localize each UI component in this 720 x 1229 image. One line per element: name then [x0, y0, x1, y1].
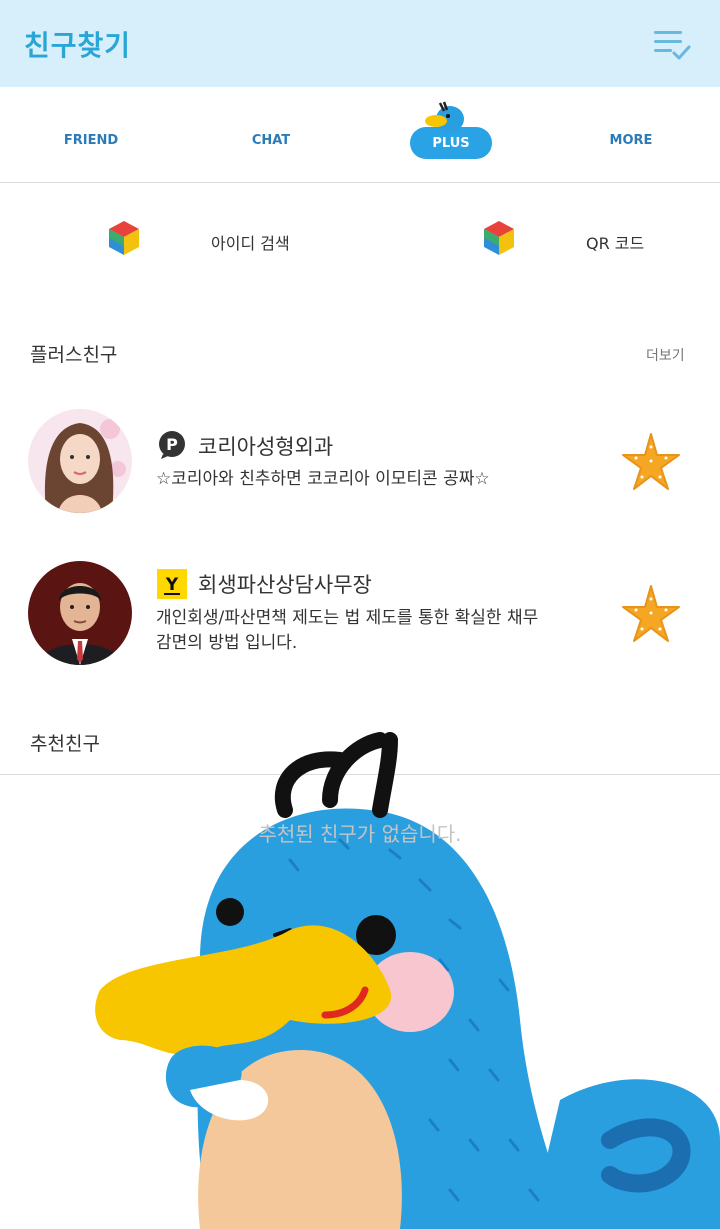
list-item[interactable]: P 코리아성형외과 ☆코리아와 친추하면 코코리아 이모티콘 공짜☆ [0, 409, 720, 519]
page-title: 친구찾기 [24, 29, 132, 62]
friend-description: 개인회생/파산면책 제도는 법 제도를 통한 확실한 채무감면의 방법 입니다. [156, 608, 539, 653]
friend-description: ☆코리아와 친추하면 코코리아 이모티콘 공짜☆ [156, 469, 490, 489]
starfish-icon[interactable] [620, 431, 682, 493]
platypus-mascot-illustration [95, 732, 720, 1229]
svg-text:Y: Y [165, 575, 179, 595]
svg-text:P: P [166, 435, 178, 454]
avatar [28, 409, 132, 513]
tab-friend[interactable]: FRIEND [31, 133, 151, 148]
qr-code-button[interactable]: QR 코드 [360, 216, 720, 266]
tab-plus-label: PLUS [432, 136, 470, 151]
more-link[interactable]: 더보기 [646, 345, 685, 365]
list-check-icon[interactable] [652, 28, 692, 62]
app-header: 친구찾기 [0, 0, 720, 87]
avatar [28, 561, 132, 665]
id-search-label: 아이디 검색 [211, 234, 290, 253]
starfish-icon[interactable] [620, 583, 682, 645]
id-search-button[interactable]: 아이디 검색 [0, 216, 360, 266]
list-item[interactable]: Y 회생파산상담사무장 개인회생/파산면책 제도는 법 제도를 통한 확실한 채… [0, 561, 720, 671]
empty-recommendation-text: 추천된 친구가 없습니다. [258, 822, 462, 846]
qr-code-label: QR 코드 [586, 234, 645, 253]
cube-icon [484, 221, 514, 255]
friend-name: 코리아성형외과 [198, 435, 334, 459]
tab-chat[interactable]: CHAT [211, 133, 331, 148]
cube-icon [109, 221, 139, 255]
plus-friends-title: 플러스친구 [30, 344, 118, 366]
platypus-mascot-icon [425, 101, 464, 132]
friend-name: 회생파산상담사무장 [198, 573, 372, 597]
yellow-id-badge-icon: Y [157, 569, 187, 599]
tab-bar: FRIEND CHAT PLUS MORE [0, 87, 720, 183]
tab-more[interactable]: MORE [571, 133, 691, 148]
plus-friend-badge-icon: P [159, 431, 185, 459]
